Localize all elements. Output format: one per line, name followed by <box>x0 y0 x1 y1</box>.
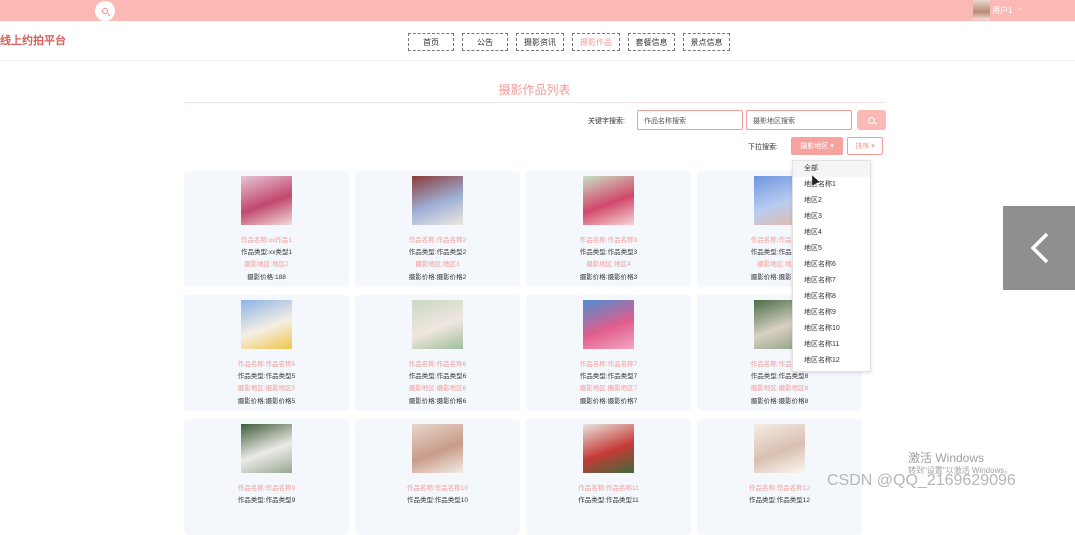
work-photo[interactable] <box>754 424 805 473</box>
work-type: 作品类型:xx类型1 <box>241 249 292 256</box>
area-search-input[interactable]: 摄影地区搜索 <box>746 110 852 130</box>
windows-activation-title: 激活 Windows <box>908 451 985 465</box>
dropdown-option[interactable]: 地区名称9 <box>793 305 870 321</box>
search-button[interactable] <box>857 110 886 130</box>
navbar: 线上约拍平台 首页 公告 摄影资讯 摄影作品 套餐信息 景点信息 <box>0 21 1075 61</box>
username[interactable]: 用户1 <box>992 5 1012 16</box>
csdn-watermark: CSDN @QQ_2169629096 <box>827 472 1016 489</box>
dropdown-search-label: 下拉搜索: <box>748 144 778 151</box>
nav-item-5[interactable]: 景点信息 <box>683 33 730 51</box>
work-card[interactable]: 作品名称:作品名称5 作品类型:作品类型5 摄影地区:摄影地区5 摄影价格:摄影价格5 <box>184 295 349 411</box>
dropdown-option[interactable]: 地区名称11 <box>793 337 870 353</box>
site-logo[interactable]: 线上约拍平台 <box>0 32 66 48</box>
dropdown-option[interactable]: 地区名称1 <box>793 177 870 193</box>
dropdown-option[interactable]: 地区4 <box>793 225 870 241</box>
work-price: 摄影价格:摄影价格3 <box>579 274 638 281</box>
work-photo[interactable] <box>412 300 463 349</box>
work-type: 作品类型:作品类型9 <box>237 497 296 504</box>
chevron-down-icon[interactable]: ⌄ <box>1017 4 1023 12</box>
area-dropdown-menu: 全部 地区名称1 地区2 地区3 地区4 地区5 地区名称6 地区名称7 地区名称8 地区名称9 地… <box>792 160 871 372</box>
work-type: 作品类型:作品类型11 <box>578 497 639 504</box>
keyword-search-label: 关键字搜索: <box>588 118 625 125</box>
search-icon[interactable] <box>95 1 115 21</box>
work-area: 摄影地区:地区2 <box>244 261 289 268</box>
work-name: 作品名称:作品名称9 <box>237 485 296 492</box>
back-button[interactable] <box>1003 206 1075 290</box>
work-area: 摄影地区:地区4 <box>586 261 631 268</box>
work-card[interactable]: 作品名称:作品名称3 作品类型:作品类型3 摄影地区:地区4 摄影价格:摄影价格3 <box>526 171 691 287</box>
work-area: 摄影地区:摄影地区6 <box>408 385 467 392</box>
nav-item-4[interactable]: 套餐信息 <box>628 33 675 51</box>
work-name: 作品名称:作品名称3 <box>579 237 638 244</box>
work-price: 摄影价格:摄影价格5 <box>237 398 296 405</box>
work-name: 作品名称:作品名称5 <box>237 361 296 368</box>
work-photo[interactable] <box>583 300 634 349</box>
search-icon <box>868 116 875 124</box>
work-card[interactable]: 作品名称:作品名称11 作品类型:作品类型11 <box>526 419 691 535</box>
work-area: 摄影地区:摄影地区7 <box>579 385 638 392</box>
dropdown-option[interactable]: 地区名称10 <box>793 321 870 337</box>
work-photo[interactable] <box>583 424 634 473</box>
avatar[interactable] <box>973 0 990 20</box>
work-type: 作品类型:作品类型6 <box>408 373 467 380</box>
chevron-down-icon: ▾ <box>830 143 834 150</box>
work-type: 作品类型:作品类型5 <box>237 373 296 380</box>
work-name: 作品名称:作品名称2 <box>408 237 467 244</box>
work-photo[interactable] <box>412 424 463 473</box>
work-area: 摄影地区:摄影地区8 <box>750 385 809 392</box>
nav-item-0[interactable]: 首页 <box>408 33 454 51</box>
dropdown-option[interactable]: 地区5 <box>793 241 870 257</box>
work-area: 摄影地区:摄影地区5 <box>237 385 296 392</box>
work-price: 摄影价格:188 <box>247 274 286 281</box>
nav-item-1[interactable]: 公告 <box>462 33 508 51</box>
dropdown-option[interactable]: 地区3 <box>793 209 870 225</box>
work-card[interactable]: 作品名称:作品名称10 作品类型:作品类型10 <box>355 419 520 535</box>
work-type: 作品类型:作品类型12 <box>748 497 811 504</box>
dropdown-option[interactable]: 地区名称12 <box>793 353 870 369</box>
work-card[interactable]: 作品名称:作品名称7 作品类型:作品类型7 摄影地区:摄影地区7 摄影价格:摄影价格7 <box>526 295 691 411</box>
work-price: 摄影价格:摄影价格7 <box>579 398 638 405</box>
work-photo[interactable] <box>583 176 634 225</box>
sort-label: 排序 <box>855 143 870 150</box>
work-name: 作品名称:xx作品1 <box>241 237 292 244</box>
work-card[interactable]: 作品名称:作品名称6 作品类型:作品类型6 摄影地区:摄影地区6 摄影价格:摄影价格6 <box>355 295 520 411</box>
work-area: 摄影地区:地区3 <box>415 261 460 268</box>
work-type: 作品类型:作品类型7 <box>579 373 638 380</box>
top-bar: 用户1 ⌄ <box>0 0 1075 21</box>
dropdown-option[interactable]: 全部 <box>793 161 870 177</box>
work-photo[interactable] <box>241 176 292 225</box>
work-price: 摄影价格:摄影价格6 <box>408 398 467 405</box>
sort-button[interactable]: 排序 ▾ <box>847 137 883 155</box>
nav-item-2[interactable]: 摄影资讯 <box>516 33 564 51</box>
work-type: 作品类型:作品类型2 <box>408 249 467 256</box>
dropdown-option[interactable]: 地区2 <box>793 193 870 209</box>
work-type: 作品类型:作品类型10 <box>406 497 469 504</box>
dropdown-option[interactable]: 地区名称7 <box>793 273 870 289</box>
area-dropdown-button[interactable]: 摄影地区 ▾ <box>791 137 843 155</box>
work-card[interactable]: 作品名称:xx作品1 作品类型:xx类型1 摄影地区:地区2 摄影价格:188 <box>184 171 349 287</box>
page-title: 摄影作品列表 <box>498 83 571 97</box>
work-photo[interactable] <box>241 300 292 349</box>
work-name: 作品名称:作品名称7 <box>579 361 638 368</box>
work-photo[interactable] <box>241 424 292 473</box>
main-nav: 首页 公告 摄影资讯 摄影作品 套餐信息 景点信息 <box>408 33 738 51</box>
chevron-left-icon <box>1030 232 1049 264</box>
dropdown-option[interactable]: 地区名称8 <box>793 289 870 305</box>
work-name: 作品名称:作品名称10 <box>406 485 469 492</box>
chevron-down-icon: ▾ <box>871 143 875 150</box>
work-name-search-input[interactable]: 作品名称搜索 <box>637 110 743 130</box>
dropdown-option[interactable]: 地区名称6 <box>793 257 870 273</box>
work-name: 作品名称:作品名称6 <box>408 361 467 368</box>
work-price: 摄影价格:摄影价格2 <box>408 274 467 281</box>
work-price: 摄影价格:摄影价格8 <box>750 398 809 405</box>
work-type: 作品类型:作品类型3 <box>579 249 638 256</box>
area-dropdown-value: 摄影地区 <box>800 143 829 150</box>
work-name: 作品名称:作品名称11 <box>578 485 639 492</box>
work-photo[interactable] <box>412 176 463 225</box>
work-card[interactable]: 作品名称:作品名称2 作品类型:作品类型2 摄影地区:地区3 摄影价格:摄影价格2 <box>355 171 520 287</box>
work-card[interactable]: 作品名称:作品名称9 作品类型:作品类型9 <box>184 419 349 535</box>
title-divider <box>184 102 885 103</box>
nav-item-3[interactable]: 摄影作品 <box>572 33 620 51</box>
